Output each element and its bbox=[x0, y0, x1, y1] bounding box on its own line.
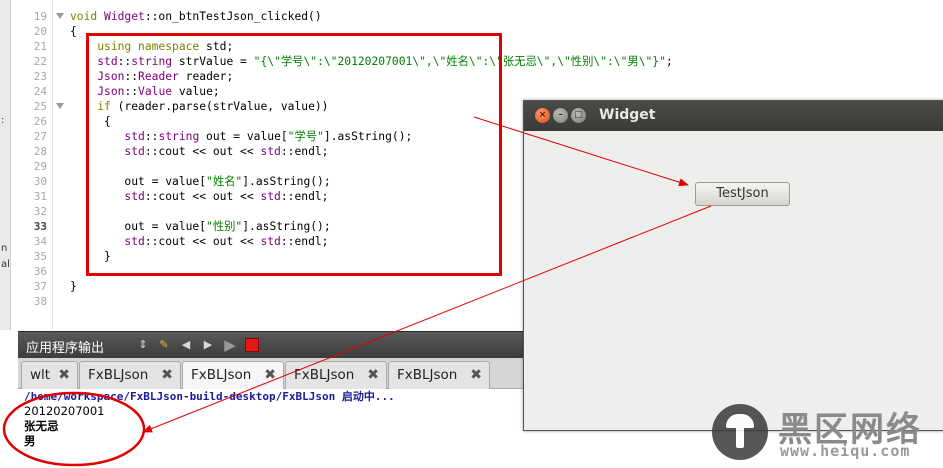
output-panel-title: 应用程序输出 bbox=[26, 341, 105, 356]
line-number: 33 bbox=[33, 220, 47, 233]
code-token: } bbox=[70, 280, 77, 293]
maximize-icon[interactable]: □ bbox=[571, 108, 586, 123]
close-icon[interactable]: ✖ bbox=[161, 367, 173, 383]
line-number: 28 bbox=[33, 145, 47, 158]
next-arrow-icon[interactable]: ▶ bbox=[200, 337, 216, 353]
tab-fxbljson[interactable]: FxBLJson ✖ bbox=[388, 361, 490, 389]
line-number-gutter: 19 20 21 22 23 24 25 26 27 28 29 30 31 32 33 34 35 36 37 38 bbox=[11, 0, 53, 330]
close-icon[interactable]: × bbox=[535, 108, 550, 123]
logo-icon bbox=[712, 404, 768, 460]
edge-mark: al bbox=[1, 259, 10, 270]
clear-output-icon[interactable]: ✎ bbox=[156, 337, 172, 353]
close-icon[interactable]: ✖ bbox=[470, 367, 482, 383]
tab-label: FxBLJson bbox=[191, 367, 252, 383]
close-icon[interactable]: ✖ bbox=[58, 367, 70, 383]
code-token: ::on_btnTestJson_clicked() bbox=[144, 10, 322, 23]
tab-fxbljson-active[interactable]: FxBLJson ✖ bbox=[182, 361, 284, 390]
prev-arrow-icon[interactable]: ◀ bbox=[178, 337, 194, 353]
testjson-button[interactable]: TestJson bbox=[695, 182, 790, 206]
output-line: 张无忌 bbox=[24, 419, 59, 433]
fold-marker-icon[interactable] bbox=[56, 13, 64, 19]
window-titlebar[interactable]: × – □ Widget bbox=[524, 101, 943, 131]
line-number: 36 bbox=[33, 265, 47, 278]
line-number: 25 bbox=[33, 100, 47, 113]
code-line: void Widget::on_btnTestJson_clicked() bbox=[70, 9, 322, 24]
line-number: 38 bbox=[33, 295, 47, 308]
edge-mark: n bbox=[1, 243, 8, 254]
line-number: 22 bbox=[33, 55, 47, 68]
tab-fxbljson[interactable]: FxBLJson ✖ bbox=[79, 361, 181, 389]
line-number: 37 bbox=[33, 280, 47, 293]
line-number: 27 bbox=[33, 130, 47, 143]
widget-window: × – □ Widget TestJson bbox=[523, 100, 943, 431]
code-token: void bbox=[70, 10, 105, 23]
tab-label: FxBLJson bbox=[294, 367, 355, 383]
code-token: { bbox=[70, 25, 77, 38]
code-line: } bbox=[70, 279, 77, 294]
tab-label: wlt bbox=[30, 367, 51, 383]
tab-fxbljson[interactable]: FxBLJson ✖ bbox=[285, 361, 387, 389]
edge-mark: : bbox=[1, 115, 5, 126]
line-number: 29 bbox=[33, 160, 47, 173]
minimize-icon[interactable]: – bbox=[553, 108, 568, 123]
sort-arrows-icon[interactable]: ⇕ bbox=[135, 337, 151, 353]
line-number: 32 bbox=[33, 205, 47, 218]
tab-label: FxBLJson bbox=[397, 367, 458, 383]
close-icon[interactable]: ✖ bbox=[264, 367, 276, 383]
code-token: ; bbox=[665, 55, 673, 68]
line-number: 30 bbox=[33, 175, 47, 188]
output-line: 20120207001 bbox=[24, 404, 105, 418]
watermark-url: www.heiqu.com bbox=[780, 442, 911, 460]
line-number: 21 bbox=[33, 40, 47, 53]
close-icon[interactable]: ✖ bbox=[367, 367, 379, 383]
left-edge-strip: : n al bbox=[0, 0, 11, 330]
output-start-line: /home/workspace/FxBLJson-build-desktop/F… bbox=[24, 390, 395, 403]
run-icon[interactable]: ▶ bbox=[222, 337, 238, 353]
line-number: 24 bbox=[33, 85, 47, 98]
watermark: 黑区网络 www.heiqu.com bbox=[708, 400, 940, 466]
fold-marker-icon[interactable] bbox=[56, 103, 64, 109]
line-number: 31 bbox=[33, 190, 47, 203]
code-line: { bbox=[70, 24, 77, 39]
window-title: Widget bbox=[599, 107, 656, 123]
annotation-red-box bbox=[86, 33, 502, 276]
code-token: Widget bbox=[104, 10, 145, 23]
line-number: 26 bbox=[33, 115, 47, 128]
line-number: 20 bbox=[33, 25, 47, 38]
stop-icon[interactable] bbox=[245, 338, 259, 352]
tab-wlt[interactable]: wlt ✖ bbox=[21, 361, 78, 389]
line-number: 19 bbox=[33, 10, 47, 23]
tab-label: FxBLJson bbox=[88, 367, 149, 383]
line-number: 35 bbox=[33, 250, 47, 263]
output-line: 男 bbox=[24, 434, 36, 448]
line-number: 34 bbox=[33, 235, 47, 248]
line-number: 23 bbox=[33, 70, 47, 83]
